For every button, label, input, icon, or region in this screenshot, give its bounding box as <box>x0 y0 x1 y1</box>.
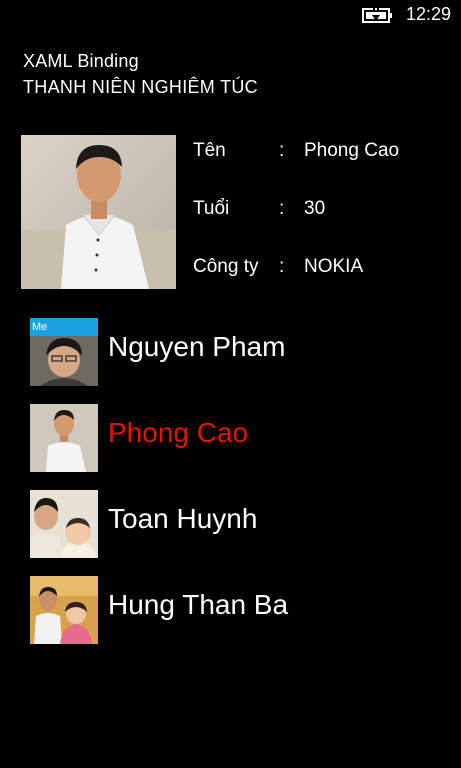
list-item[interactable]: Phong Cao <box>30 404 430 472</box>
detail-value: NOKIA <box>304 256 364 277</box>
avatar <box>30 490 98 558</box>
person-name: Hung Than Ba <box>108 589 289 620</box>
detail-label: Tên <box>193 140 226 161</box>
status-bar: 12:29 <box>0 0 461 32</box>
battery-charging-icon <box>362 6 394 24</box>
list-item[interactable]: Me Nguyen Pham <box>30 318 430 386</box>
avatar <box>30 576 98 644</box>
detail-separator: : <box>279 140 285 161</box>
avatar: Me <box>30 318 98 386</box>
app-title: XAML Binding <box>23 51 139 71</box>
person-name: Toan Huynh <box>108 503 258 534</box>
person-name: Nguyen Pham <box>108 331 286 362</box>
list-item[interactable]: Hung Than Ba <box>30 576 430 644</box>
detail-separator: : <box>279 198 285 219</box>
profile-photo <box>21 135 176 289</box>
detail-value: Phong Cao <box>304 140 400 161</box>
avatar <box>30 404 98 472</box>
detail-label: Tuổi <box>193 198 230 219</box>
detail-separator: : <box>279 256 285 277</box>
detail-label: Công ty <box>193 256 259 277</box>
person-name: Phong Cao <box>108 417 249 448</box>
clock: 12:29 <box>406 4 452 24</box>
page-title: THANH NIÊN NGHIÊM TÚC <box>23 77 258 97</box>
me-badge: Me <box>30 318 98 336</box>
list-item[interactable]: Toan Huynh <box>30 490 430 558</box>
detail-value: 30 <box>304 198 326 219</box>
